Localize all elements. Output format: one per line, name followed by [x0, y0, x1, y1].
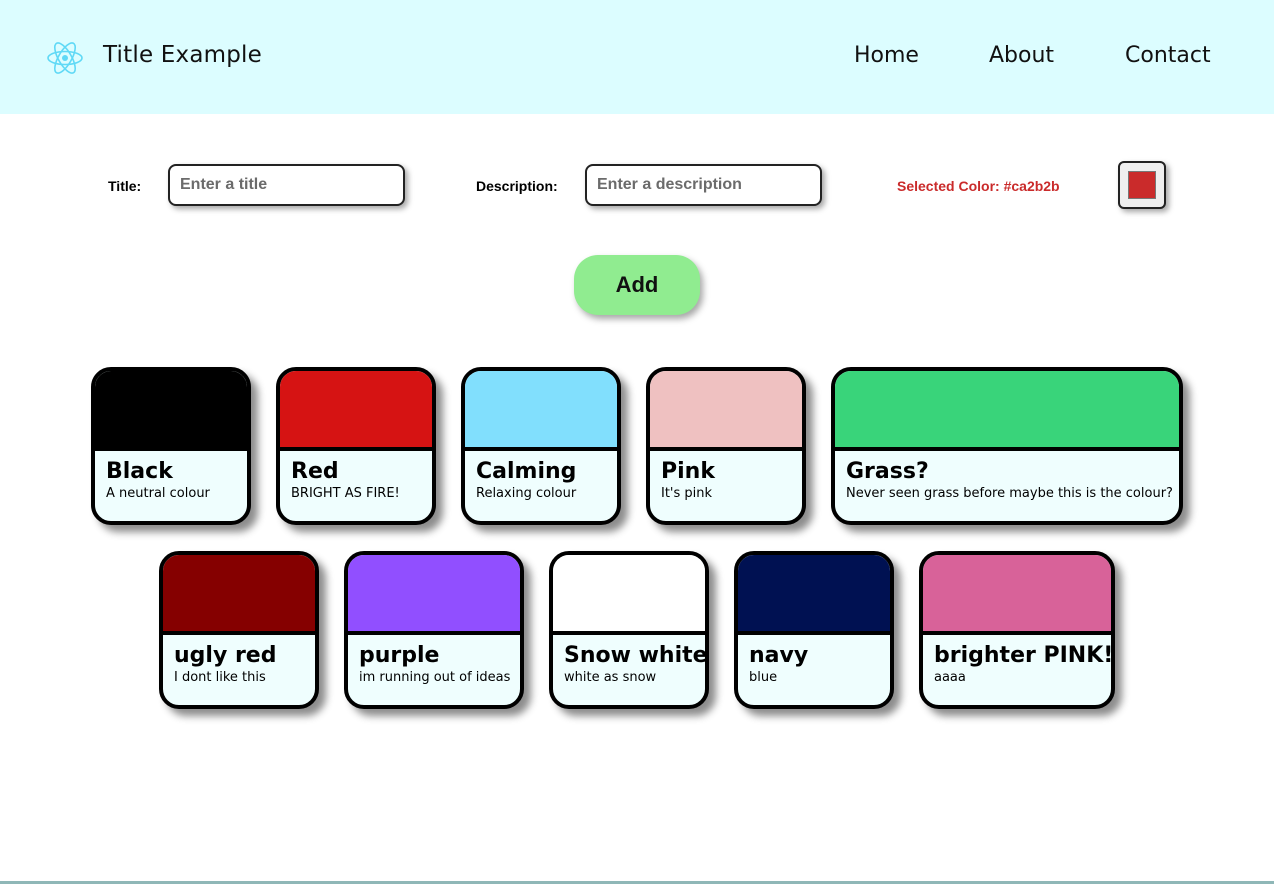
- card-body: purple im running out of ideas: [348, 635, 520, 687]
- card-description: white as snow: [564, 670, 657, 685]
- color-card[interactable]: Pink It's pink: [646, 367, 806, 525]
- card-body: Grass? Never seen grass before maybe this…: [835, 451, 1179, 503]
- card-title: Calming: [476, 459, 577, 484]
- card-body: Calming Relaxing colour: [465, 451, 617, 503]
- selected-color-text: Selected Color: #ca2b2b: [897, 178, 1060, 194]
- card-title: Grass?: [846, 459, 929, 484]
- card-color-swatch: [738, 555, 890, 635]
- navbar: Title Example Home About Contact: [0, 0, 1274, 114]
- title-label: Title:: [108, 178, 142, 194]
- color-card[interactable]: Red BRIGHT AS FIRE!: [276, 367, 436, 525]
- card-color-swatch: [348, 555, 520, 635]
- description-label: Description:: [476, 178, 558, 194]
- card-color-swatch: [95, 371, 247, 451]
- card-body: Snow white white as snow: [553, 635, 705, 687]
- card-description: im running out of ideas: [359, 670, 511, 685]
- card-body: navy blue: [738, 635, 890, 687]
- card-color-swatch: [835, 371, 1179, 451]
- color-picker-button[interactable]: [1118, 161, 1166, 209]
- react-logo-icon[interactable]: [45, 38, 85, 78]
- card-body: Black A neutral colour: [95, 451, 247, 503]
- card-title: navy: [749, 643, 809, 668]
- card-title: Black: [106, 459, 173, 484]
- card-description: blue: [749, 670, 778, 685]
- color-picker-swatch: [1128, 171, 1156, 199]
- card-body: Red BRIGHT AS FIRE!: [280, 451, 432, 503]
- card-description: Relaxing colour: [476, 486, 577, 501]
- nav-home-link[interactable]: Home: [854, 43, 919, 68]
- card-color-swatch: [465, 371, 617, 451]
- add-button[interactable]: Add: [574, 255, 700, 315]
- card-body: brighter PINK! aaaa: [923, 635, 1111, 687]
- card-color-swatch: [163, 555, 315, 635]
- card-title: purple: [359, 643, 440, 668]
- nav-contact-link[interactable]: Contact: [1125, 43, 1211, 68]
- card-row-2: ugly red I dont like this purple im running…: [0, 551, 1274, 709]
- card-color-swatch: [280, 371, 432, 451]
- card-row-1: Black A neutral colour Red BRIGHT AS FIRE! C…: [0, 367, 1274, 525]
- card-title: ugly red: [174, 643, 277, 668]
- card-body: ugly red I dont like this: [163, 635, 315, 687]
- card-color-swatch: [650, 371, 802, 451]
- site-title: Title Example: [103, 42, 262, 68]
- nav-about-link[interactable]: About: [989, 43, 1054, 68]
- color-card[interactable]: Black A neutral colour: [91, 367, 251, 525]
- color-card[interactable]: Grass? Never seen grass before maybe this…: [831, 367, 1183, 525]
- color-card[interactable]: ugly red I dont like this: [159, 551, 319, 709]
- card-title: brighter PINK!: [934, 643, 1114, 668]
- card-description: I dont like this: [174, 670, 266, 685]
- description-input[interactable]: [585, 164, 822, 206]
- color-card[interactable]: purple im running out of ideas: [344, 551, 524, 709]
- card-title: Snow white: [564, 643, 708, 668]
- card-title: Red: [291, 459, 339, 484]
- card-title: Pink: [661, 459, 715, 484]
- card-color-swatch: [923, 555, 1111, 635]
- card-description: A neutral colour: [106, 486, 210, 501]
- card-body: Pink It's pink: [650, 451, 802, 503]
- card-color-swatch: [553, 555, 705, 635]
- color-card[interactable]: Snow white white as snow: [549, 551, 709, 709]
- color-card[interactable]: navy blue: [734, 551, 894, 709]
- color-card[interactable]: Calming Relaxing colour: [461, 367, 621, 525]
- card-description: BRIGHT AS FIRE!: [291, 486, 400, 501]
- title-input[interactable]: [168, 164, 405, 206]
- card-description: Never seen grass before maybe this is th…: [846, 486, 1173, 501]
- color-card[interactable]: brighter PINK! aaaa: [919, 551, 1115, 709]
- card-description: It's pink: [661, 486, 713, 501]
- card-description: aaaa: [934, 670, 966, 685]
